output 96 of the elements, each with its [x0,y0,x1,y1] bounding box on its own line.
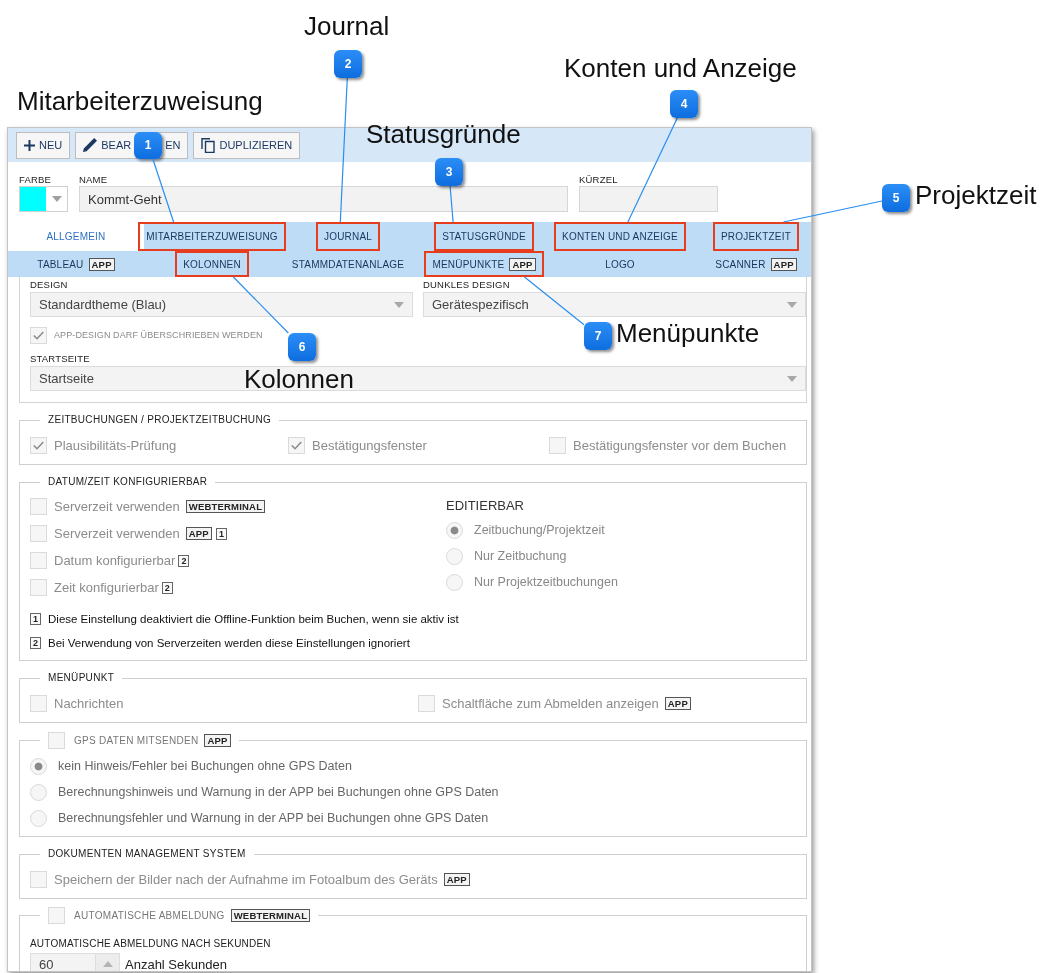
field-label: STARTSEITE [30,353,91,365]
color-picker[interactable] [19,186,68,212]
footnote-text: Diese Einstellung deaktiviert die Offline-Funktion beim Buchen, wenn sie aktiv ist [48,613,459,625]
tab[interactable]: STAMMDATENANLAGE [283,251,413,277]
tab[interactable]: SCANNER APP [707,251,805,277]
group-heading: EDITIERBAR [446,496,525,515]
tab[interactable]: KONTEN UND ANZEIGE [554,222,686,251]
option-label: Datum konfigurierbar [54,553,176,568]
platform-tag: APP [770,257,797,271]
checkmark-icon [33,440,44,450]
option-label: Bestätigungsfenster [312,437,427,453]
platform-tag: APP [204,734,231,747]
footnote-marker: 2 [178,554,190,567]
section-title: DOKUMENTEN MANAGEMENT SYSTEM [47,848,247,860]
option-label: Nachrichten [54,695,124,711]
callout-badge: 7 [584,322,612,350]
option-label: Serverzeit verwenden [54,526,180,541]
option-label: Bestätigungsfenster vor dem Buchen [573,437,787,453]
leader-line [449,185,454,223]
option-label: Serverzeit verwenden [54,499,180,514]
unit-label: Anzahl Sekunden [125,956,227,971]
dropdown[interactable]: Standardtheme (Blau) [30,292,413,317]
tab[interactable]: ALLGEMEIN [8,222,144,251]
tab[interactable]: KOLONNEN [175,251,249,277]
section-title: ZEITBUCHUNGEN / PROJEKTZEITBUCHUNG [47,414,272,426]
callout-label: Projektzeit [915,180,1037,210]
option-label: Speichern der Bilder nach der Aufnahme im Fotoalbum des Geräts [54,871,438,887]
section-title: MENÜPUNKT [47,672,116,684]
callout-badge: 3 [435,158,463,186]
platform-tag: APP [443,872,470,886]
dropdown[interactable]: Gerätespezifisch [423,292,806,317]
plus-icon [24,139,35,151]
callout-badge: 5 [882,184,910,212]
callout-label: Statusgründe [366,119,521,149]
platform-tag: APP [185,527,212,540]
callout-label: Mitarbeiterzuweisung [17,86,263,116]
text-field[interactable] [579,186,718,212]
tab[interactable]: JOURNAL [315,222,381,251]
checkmark-icon [291,440,302,450]
checkmark-icon [33,330,44,340]
callout-badge: 4 [670,90,698,118]
field-label: AUTOMATISCHE ABMELDUNG NACH SEKUNDEN [30,938,272,950]
callout-badge: 6 [288,333,316,361]
callout-badge: 1 [134,131,163,159]
platform-tag: APP [509,257,536,271]
tab[interactable]: TABLEAU APP [29,251,123,277]
footnote-marker: 1 [30,613,41,625]
option-label: Schaltfläche zum Abmelden anzeigen [442,695,659,711]
option-label: Zeit konfigurierbar [54,580,159,595]
platform-tag: APP [88,257,115,271]
platform-tag: APP [664,696,691,710]
option-label: Plausibilitäts-Prüfung [54,437,177,453]
pencil-icon [83,138,98,152]
edit-button[interactable]: BEAR 1 EN [75,131,189,159]
text-field[interactable]: Kommt-Geht [79,186,568,212]
caret-up-icon [102,961,113,967]
option-label: APP-DESIGN DARF ÜBERSCHRIEBEN WERDEN [54,330,263,340]
field-label: DESIGN [30,279,69,291]
section-title: DATUM/ZEIT KONFIGURIERBAR [47,476,209,488]
leader-line [232,276,289,334]
tab[interactable]: STATUSGRÜNDE [434,222,534,251]
tab[interactable]: MITARBEITERZUWEISUNG [138,222,286,251]
callout-label: Konten und Anzeige [564,53,797,83]
callout-label: Menüpunkte [616,318,760,348]
footnote-marker: 1 [215,527,227,540]
tab[interactable]: PROJEKTZEIT [713,222,799,251]
platform-tag: WEBTERMINAL [185,500,266,513]
platform-tag: WEBTERMINAL [230,909,311,922]
caret-icon [787,301,797,308]
caret-icon [787,375,797,382]
option-label: Nur Projektzeitbuchungen [474,575,618,589]
footnote-marker: 2 [30,637,41,649]
caret-icon [51,196,62,202]
field-label: DUNKLES DESIGN [423,279,511,291]
section-title: AUTOMATISCHE ABMELDUNG [74,909,225,922]
new-button[interactable]: NEU [16,131,71,159]
field-label: FARBE [19,174,53,186]
caret-icon [394,301,404,308]
section-title: GPS DATEN MITSENDEN [74,734,199,747]
option-label: Berechnungsfehler und Warnung in der APP bei Buchungen ohne GPS Daten [58,811,489,825]
copy-icon [201,137,216,153]
increment-button[interactable] [95,953,120,971]
callout-badge: 2 [334,50,362,78]
field-label: KÜRZEL [579,174,619,186]
tab[interactable]: LOGO [597,251,643,277]
callout-label: Journal [304,11,390,41]
duplicate-button[interactable]: DUPLIZIEREN [193,131,301,159]
footnote-marker: 2 [161,581,173,594]
footnote-text: Bei Verwendung von Serverzeiten werden diese Einstellungen ignoriert [48,637,410,649]
callout-label: Kolonnen [244,364,354,394]
option-label: kein Hinweis/Fehler bei Buchungen ohne GPS Daten [58,759,352,773]
tab[interactable]: MENÜPUNKTE APP [424,251,544,277]
option-label: Zeitbuchung/Projektzeit [474,523,605,537]
field-label: NAME [79,174,109,186]
option-label: Nur Zeitbuchung [474,549,567,563]
option-label: Berechnungshinweis und Warnung in der APP bei Buchungen ohne GPS Daten [58,785,499,799]
